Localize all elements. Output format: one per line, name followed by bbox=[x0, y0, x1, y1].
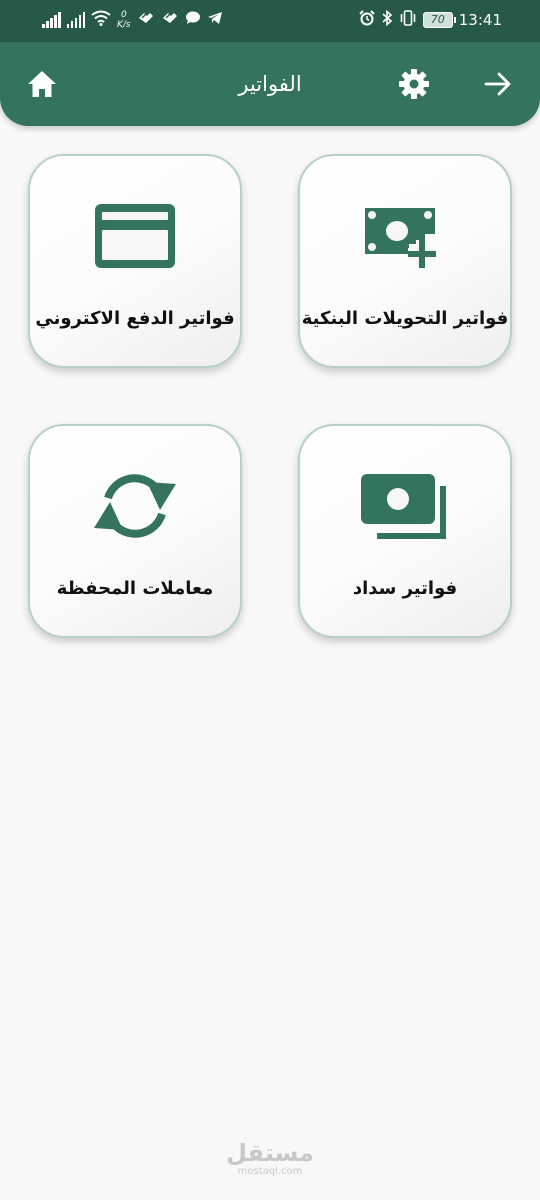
wifi-icon bbox=[91, 10, 111, 30]
payments-icon bbox=[361, 474, 446, 539]
status-bar-right: 70 13:41 bbox=[359, 9, 502, 30]
card-label: فواتير سداد bbox=[352, 578, 458, 599]
vibrate-icon bbox=[399, 10, 417, 30]
watermark-arabic: مستقل bbox=[226, 1139, 314, 1167]
app-bar: الفواتير bbox=[0, 42, 540, 126]
status-bar: 0 K/s 70 13:41 bbox=[0, 0, 540, 42]
app-notification-icon bbox=[161, 11, 179, 29]
signal-icon bbox=[42, 12, 61, 28]
card-bank-transfer-invoices[interactable]: فواتير التحويلات البنكية bbox=[298, 154, 512, 368]
app-notification-icon bbox=[137, 11, 155, 29]
watermark: مستقل mostaql.com bbox=[0, 1140, 540, 1178]
card-icon-wrap bbox=[300, 468, 510, 544]
forward-arrow-button[interactable] bbox=[480, 66, 516, 102]
telegram-icon bbox=[207, 11, 223, 29]
watermark-latin: mostaql.com bbox=[237, 1166, 303, 1177]
battery-icon: 70 bbox=[422, 12, 456, 28]
battery-level: 70 bbox=[430, 13, 445, 26]
gear-icon bbox=[399, 69, 429, 99]
settings-button[interactable] bbox=[396, 66, 432, 102]
arrow-forward-icon bbox=[484, 72, 511, 96]
network-speed-icon: 0 K/s bbox=[117, 10, 131, 30]
sync-icon bbox=[94, 474, 176, 538]
network-speed-value: 0 bbox=[120, 10, 127, 20]
card-icon-wrap bbox=[30, 468, 240, 544]
card-label: فواتير الدفع الاكتروني bbox=[35, 308, 235, 329]
card-label: فواتير التحويلات البنكية bbox=[301, 308, 509, 329]
alarm-icon bbox=[359, 10, 375, 30]
chat-icon bbox=[185, 11, 201, 29]
card-label: معاملات المحفظة bbox=[56, 578, 214, 599]
card-icon-wrap bbox=[30, 198, 240, 274]
card-e-payment-invoices[interactable]: فواتير الدفع الاكتروني bbox=[28, 154, 242, 368]
card-icon-wrap bbox=[300, 198, 510, 274]
card-wallet-transactions[interactable]: معاملات المحفظة bbox=[28, 424, 242, 638]
status-time: 13:41 bbox=[458, 11, 502, 29]
bluetooth-icon bbox=[381, 9, 393, 30]
credit-card-icon bbox=[95, 204, 175, 268]
network-speed-unit: K/s bbox=[117, 20, 131, 30]
page-title: الفواتير bbox=[238, 72, 302, 96]
money-add-icon bbox=[365, 208, 436, 268]
card-sadad-invoices[interactable]: فواتير سداد bbox=[298, 424, 512, 638]
status-bar-left: 0 K/s bbox=[42, 10, 223, 30]
signal-icon bbox=[66, 12, 85, 28]
